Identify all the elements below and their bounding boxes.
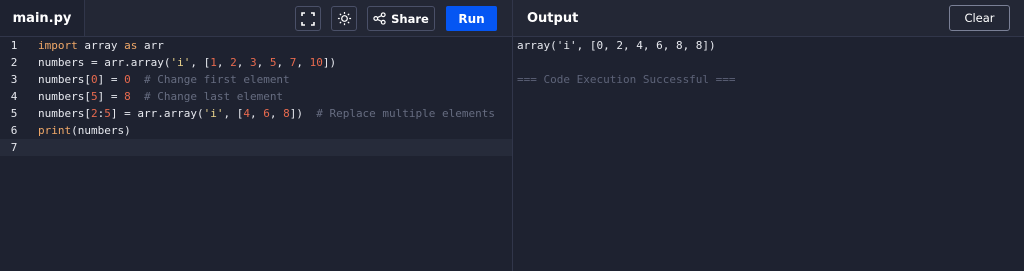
output-panel-title: Output	[527, 10, 579, 26]
output-line: array('i', [0, 2, 4, 6, 8, 8])	[517, 39, 716, 52]
code-token: 6	[263, 107, 270, 120]
theme-toggle-button[interactable]	[331, 6, 357, 31]
code-line[interactable]: 5 numbers[2:5] = arr.array('i', [4, 6, 8]…	[0, 105, 512, 122]
code-token: numbers[	[38, 90, 91, 103]
code-token: 0	[90, 73, 98, 86]
code-line[interactable]: 7	[0, 139, 512, 156]
code-token: numbers[	[38, 107, 91, 120]
line-number: 4	[10, 90, 18, 103]
code-token: as	[124, 39, 138, 52]
code-token: import	[38, 39, 78, 52]
panel-divider[interactable]	[512, 0, 513, 271]
code-token: ,	[249, 107, 264, 120]
run-button[interactable]: Run	[446, 6, 497, 31]
share-icon	[373, 12, 386, 25]
code-editor[interactable]: 1 import array as arr 2 numbers = arr.array…	[0, 37, 512, 271]
code-token: print	[38, 124, 72, 137]
code-text: numbers = arr.array('i', [1, 2, 3, 5, 7,…	[38, 54, 336, 71]
code-token: , [	[223, 107, 244, 120]
file-tab-main-py[interactable]: main.py	[0, 0, 85, 36]
code-token: 8	[283, 107, 290, 120]
file-tab-label: main.py	[12, 10, 72, 26]
code-token: ] = arr.array(	[110, 107, 204, 120]
code-line[interactable]: 2 numbers = arr.array('i', [1, 2, 3, 5, 7…	[0, 54, 512, 71]
run-button-label: Run	[458, 11, 485, 26]
code-token: array	[77, 39, 125, 52]
share-button-label: Share	[391, 11, 429, 26]
share-button[interactable]: Share	[367, 6, 435, 31]
code-token: numbers[	[38, 73, 91, 86]
execution-status-text: === Code Execution Successful ===	[517, 73, 736, 86]
code-token: ,	[276, 56, 290, 69]
code-token: 5	[90, 90, 98, 103]
code-token: 10	[309, 56, 323, 69]
code-token: ,	[256, 56, 270, 69]
code-token: 'i'	[203, 107, 224, 120]
code-text: numbers[5] = 8 # Change last element	[38, 88, 283, 105]
code-token: 1	[210, 56, 217, 69]
clear-button-label: Clear	[964, 11, 995, 25]
code-line[interactable]: 4 numbers[5] = 8 # Change last element	[0, 88, 512, 105]
code-token: ])	[322, 56, 337, 69]
code-token: arr	[137, 39, 164, 52]
code-token: 0	[124, 73, 131, 86]
clear-button[interactable]: Clear	[949, 5, 1010, 31]
line-number: 3	[10, 73, 18, 86]
code-token: # Replace multiple elements	[316, 107, 496, 120]
code-token: # Change last element	[143, 90, 284, 103]
code-text: import array as arr	[38, 37, 164, 54]
code-line[interactable]: 6 print(numbers)	[0, 122, 512, 139]
code-token: , [	[190, 56, 211, 69]
fullscreen-button[interactable]	[295, 6, 321, 31]
code-token: ])	[289, 107, 317, 120]
code-token: (numbers)	[71, 124, 131, 137]
code-line[interactable]: 3 numbers[0] = 0 # Change first element	[0, 71, 512, 88]
code-token: ,	[296, 56, 310, 69]
code-token: 'i'	[170, 56, 191, 69]
code-token: 2	[230, 56, 237, 69]
code-token: ,	[216, 56, 231, 69]
line-number: 5	[10, 107, 18, 120]
output-panel: array('i', [0, 2, 4, 6, 8, 8]) === Code E…	[517, 37, 1017, 88]
code-token: ,	[236, 56, 250, 69]
code-token: 8	[124, 90, 131, 103]
code-token: 2	[90, 107, 98, 120]
code-line[interactable]: 1 import array as arr	[0, 37, 512, 54]
code-token: 4	[243, 107, 250, 120]
code-token: numbers = arr.array(	[38, 56, 171, 69]
line-number: 2	[10, 56, 18, 69]
code-token: 5	[104, 107, 111, 120]
line-number: 7	[10, 141, 18, 154]
line-number: 1	[10, 39, 18, 52]
line-number: 6	[10, 124, 18, 137]
code-token: ] =	[97, 73, 125, 86]
code-text: numbers[2:5] = arr.array('i', [4, 6, 8])…	[38, 105, 495, 122]
code-token: ,	[269, 107, 284, 120]
code-token: # Change first element	[143, 73, 290, 86]
code-token: ] =	[97, 90, 125, 103]
code-text: numbers[0] = 0 # Change first element	[38, 71, 290, 88]
code-token: 3	[249, 56, 257, 69]
sun-icon	[337, 11, 351, 26]
fullscreen-icon	[301, 11, 315, 26]
code-text: print(numbers)	[38, 122, 131, 139]
